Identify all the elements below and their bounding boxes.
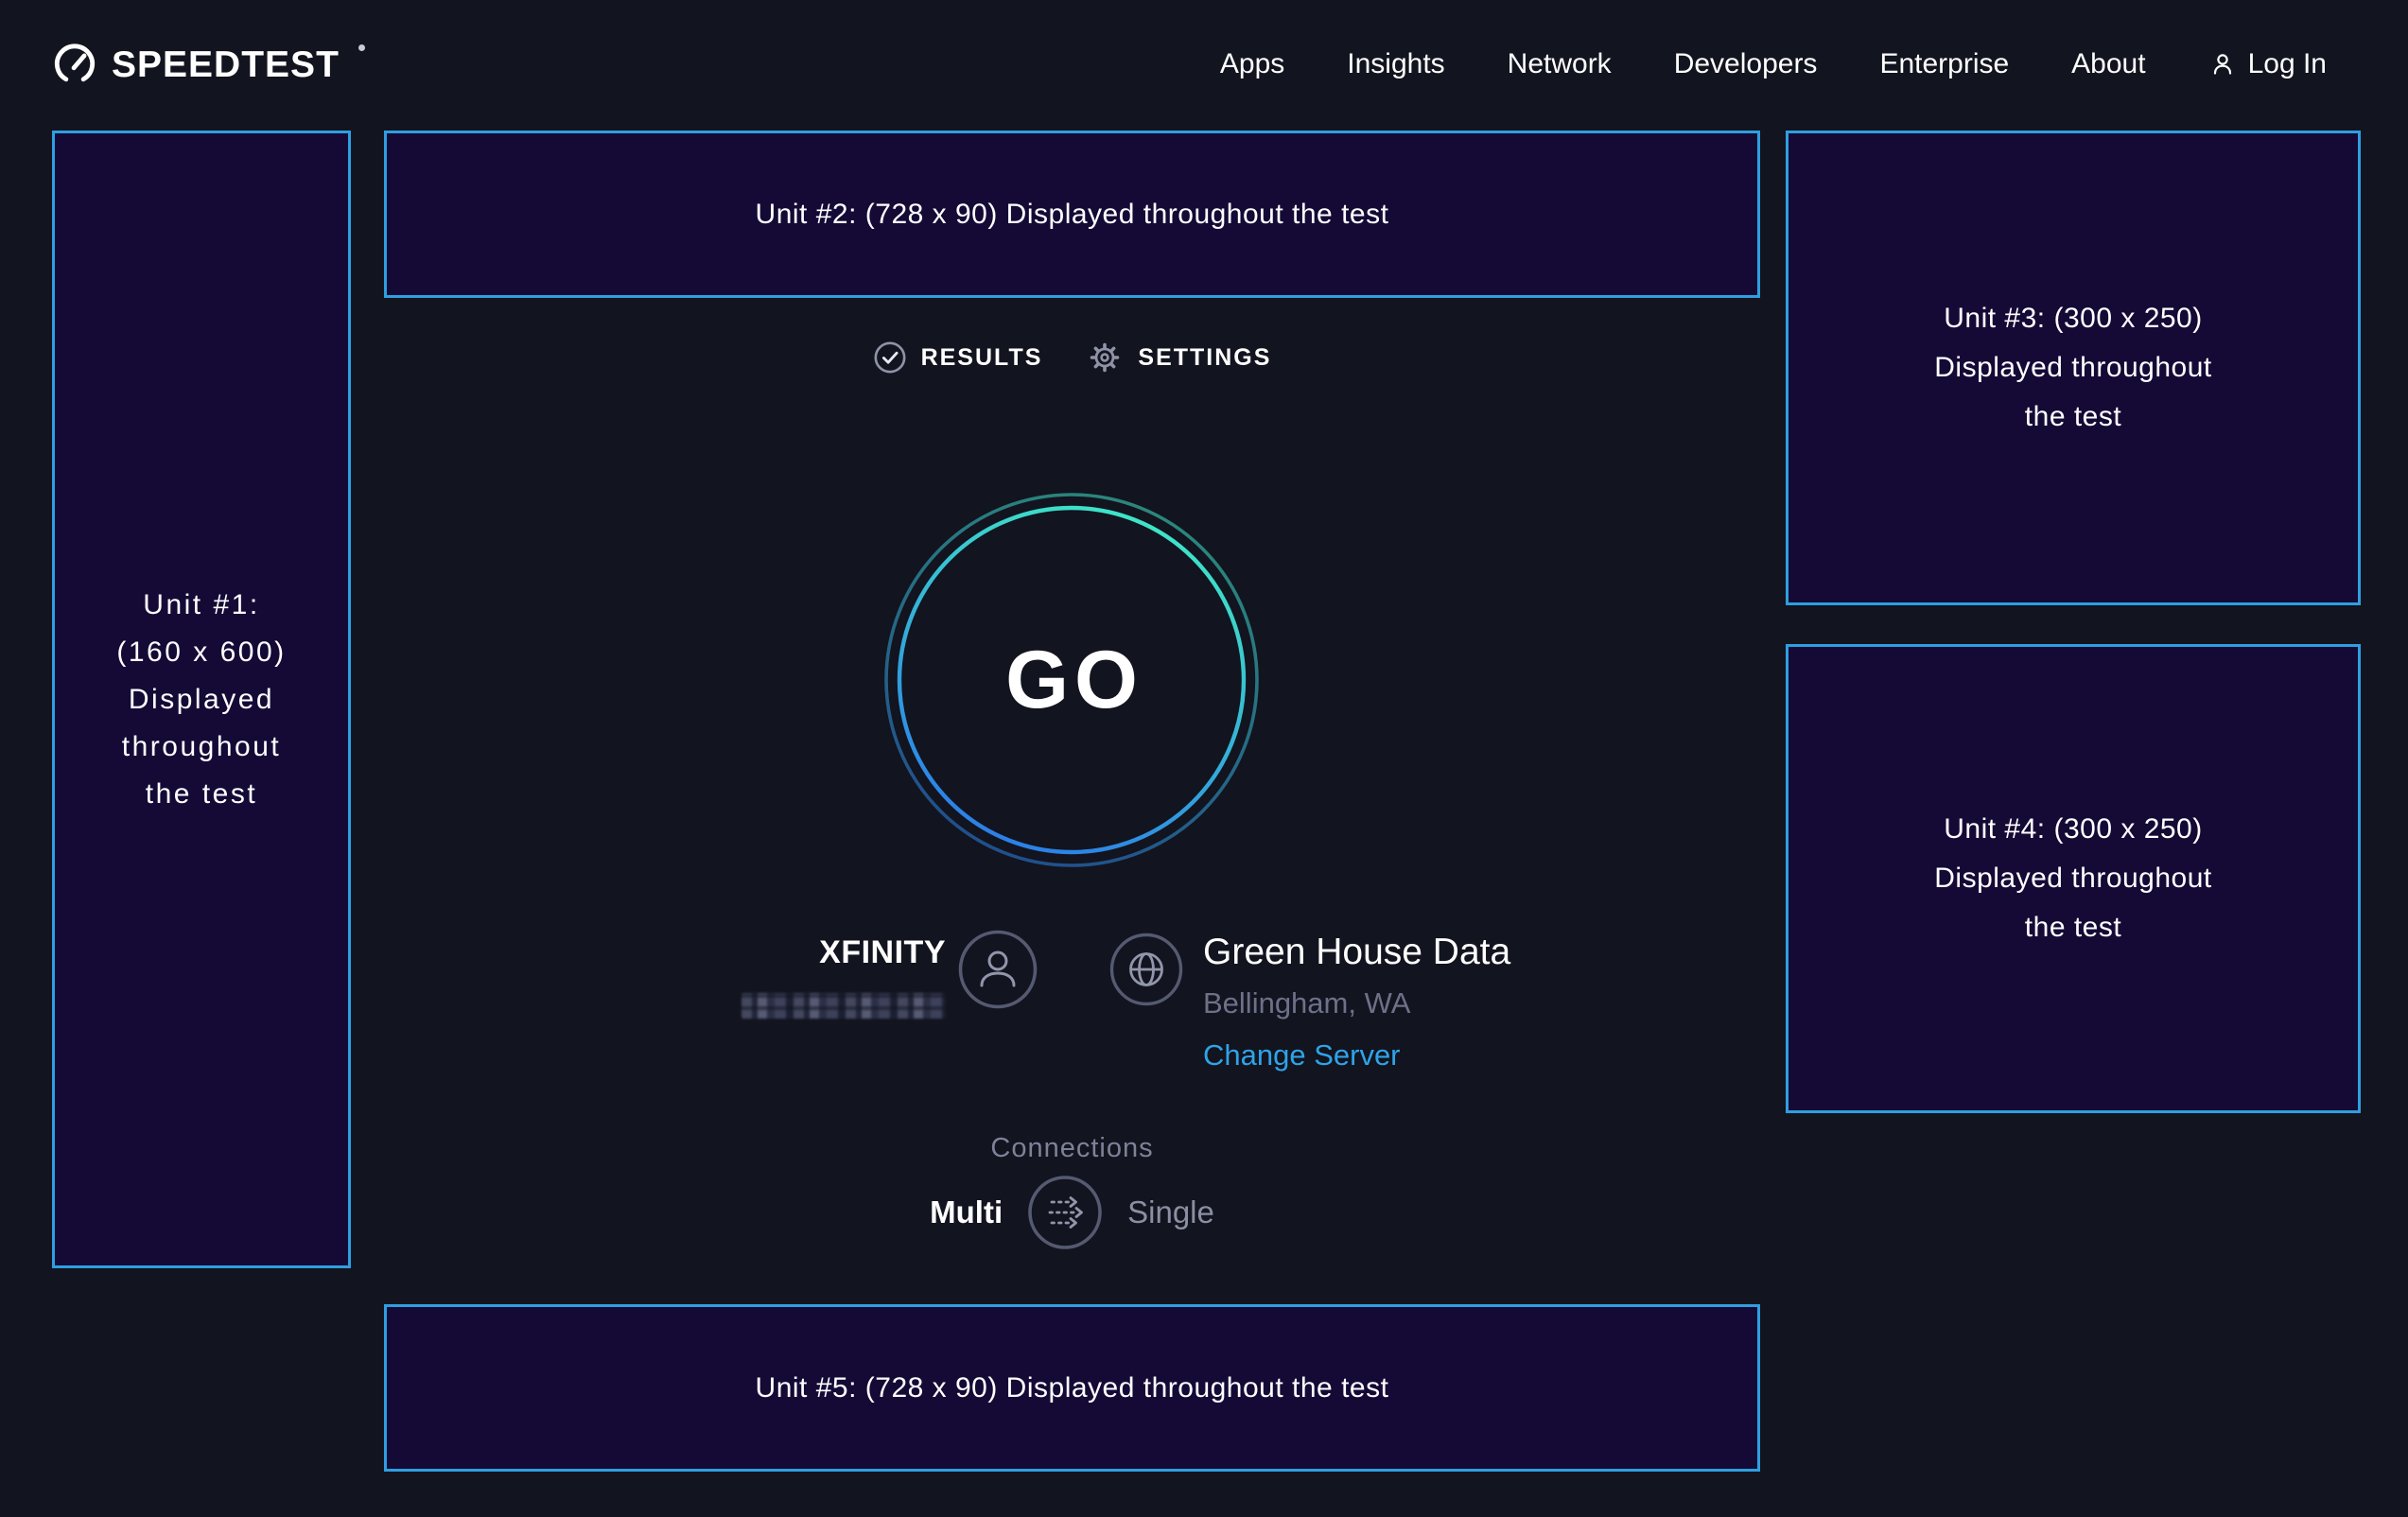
nav-item-developers[interactable]: Developers <box>1674 48 1818 80</box>
nav-item-enterprise[interactable]: Enterprise <box>1879 48 2009 80</box>
nav-item-network[interactable]: Network <box>1508 48 1612 80</box>
ad-unit-1-skyscraper: Unit #1: (160 x 600) Displayed throughou… <box>52 131 351 1268</box>
person-circle-icon <box>957 929 1038 1010</box>
isp-name: XFINITY <box>624 933 946 972</box>
go-button-label: GO <box>881 489 1263 871</box>
logo-wordmark: SPEEDTEST <box>112 46 340 83</box>
connections-option-multi[interactable]: Multi <box>930 1194 1003 1230</box>
isp-details-redacted <box>742 993 946 1019</box>
connections-label: Connections <box>384 1133 1760 1164</box>
login-button[interactable]: Log In <box>2208 48 2327 80</box>
connections-toggle-row: Multi Single <box>384 1175 1760 1250</box>
speedtest-logo[interactable]: SPEEDTEST <box>53 43 365 86</box>
ad-unit-1-text: Unit #1: (160 x 600) Displayed throughou… <box>116 582 286 818</box>
login-label: Log In <box>2248 48 2327 80</box>
main-nav: Apps Insights Network Developers Enterpr… <box>1220 48 2327 80</box>
ad-unit-2-leaderboard: Unit #2: (728 x 90) Displayed throughout… <box>384 131 1760 298</box>
ad-unit-4-text: Unit #4: (300 x 250) Displayed throughou… <box>1934 805 2212 952</box>
speedometer-logo-icon <box>53 43 96 86</box>
multi-connection-icon[interactable] <box>1027 1175 1103 1250</box>
results-settings-tabs: RESULTS <box>384 339 1760 376</box>
change-server-link[interactable]: Change Server <box>1203 1037 1401 1073</box>
server-info: Green House Data Bellingham, WA Change S… <box>1203 931 1510 1073</box>
check-circle-icon <box>873 340 907 375</box>
connections-option-single[interactable]: Single <box>1127 1194 1214 1230</box>
ad-unit-3-text: Unit #3: (300 x 250) Displayed throughou… <box>1934 294 2212 442</box>
nav-item-apps[interactable]: Apps <box>1220 48 1284 80</box>
tab-settings[interactable]: SETTINGS <box>1086 339 1271 376</box>
globe-icon <box>1108 932 1184 1007</box>
ad-unit-3-rectangle: Unit #3: (300 x 250) Displayed throughou… <box>1786 131 2361 605</box>
top-nav-bar: SPEEDTEST Apps Insights Network Develope… <box>0 0 2408 129</box>
ad-unit-5-text: Unit #5: (728 x 90) Displayed throughout… <box>756 1364 1389 1413</box>
speedtest-page: SPEEDTEST Apps Insights Network Develope… <box>0 0 2408 1517</box>
nav-item-insights[interactable]: Insights <box>1347 48 1444 80</box>
trademark-mark <box>358 44 365 51</box>
tab-settings-label: SETTINGS <box>1138 344 1271 372</box>
ad-unit-2-text: Unit #2: (728 x 90) Displayed throughout… <box>756 190 1389 239</box>
nav-item-about[interactable]: About <box>2071 48 2145 80</box>
tab-results[interactable]: RESULTS <box>873 340 1043 375</box>
tab-results-label: RESULTS <box>921 344 1043 372</box>
user-icon <box>2208 50 2237 78</box>
isp-info: XFINITY <box>624 933 946 1019</box>
ad-unit-5-leaderboard: Unit #5: (728 x 90) Displayed throughout… <box>384 1304 1760 1472</box>
gear-icon <box>1086 339 1124 376</box>
server-name: Green House Data <box>1203 931 1510 974</box>
ad-unit-4-rectangle: Unit #4: (300 x 250) Displayed throughou… <box>1786 644 2361 1113</box>
go-button[interactable]: GO <box>881 489 1263 871</box>
server-location: Bellingham, WA <box>1203 985 1510 1021</box>
